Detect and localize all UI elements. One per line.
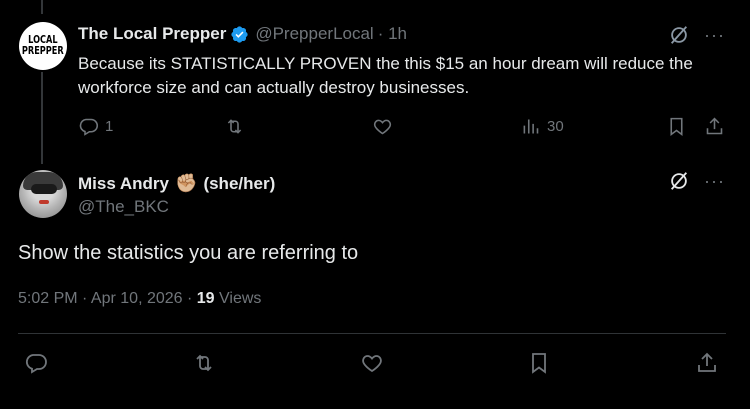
tweet-top-controls: ··· xyxy=(668,24,725,46)
retweet-icon xyxy=(227,119,242,134)
views-icon xyxy=(523,119,539,134)
reply-button[interactable] xyxy=(24,351,48,375)
tweet-text: Show the statistics you are referring to xyxy=(18,242,359,264)
avatar-glasses xyxy=(31,184,57,194)
tweet-header: The Local Prepper @PrepperLocal · 1h xyxy=(78,24,407,44)
author-name-row: Miss Andry ✊🏼 (she/her) xyxy=(78,173,275,194)
tweet-meta: 5:02 PM · Apr 10, 2026 · 19 Views xyxy=(18,290,261,308)
fist-emoji: ✊🏼 xyxy=(175,173,198,193)
avatar[interactable]: LOCAL PREPPER xyxy=(19,22,67,70)
author-name[interactable]: Miss Andry xyxy=(78,174,169,194)
author-name[interactable]: The Local Prepper xyxy=(78,24,226,44)
retweet-button[interactable] xyxy=(224,116,245,137)
tweet-time[interactable]: · 1h xyxy=(378,24,407,44)
more-icon[interactable]: ··· xyxy=(704,25,725,46)
reply-icon xyxy=(25,354,47,374)
like-button[interactable] xyxy=(360,351,384,375)
tweet-actions xyxy=(18,351,728,377)
view-count: 30 xyxy=(547,118,564,135)
reply-button[interactable]: 1 xyxy=(78,116,113,137)
parent-tweet[interactable]: LOCAL PREPPER The Local Prepper @Prepper… xyxy=(0,0,750,160)
avatar[interactable] xyxy=(19,170,67,218)
reply-count: 1 xyxy=(105,118,114,135)
author-pronouns: (she/her) xyxy=(203,173,276,193)
avatar-text: PREPPER xyxy=(22,45,64,57)
share-icon xyxy=(698,352,716,372)
bookmark-icon xyxy=(670,117,683,136)
grok-icon[interactable] xyxy=(668,170,690,192)
retweet-icon xyxy=(196,354,212,372)
bookmark-icon xyxy=(532,353,546,374)
author-handle[interactable]: @The_BKC xyxy=(78,197,169,217)
views-button[interactable]: 30 xyxy=(520,116,564,137)
retweet-button[interactable] xyxy=(192,351,216,375)
grok-icon[interactable] xyxy=(668,24,690,46)
views-label: Views xyxy=(214,290,262,307)
tweet-top-controls: ··· xyxy=(668,170,725,192)
verified-badge-icon xyxy=(231,25,248,43)
tweet-text: Because its STATISTICALLY PROVEN the thi… xyxy=(78,54,693,97)
tweet-actions: 1 30 xyxy=(78,116,726,140)
bookmark-button[interactable] xyxy=(666,116,687,137)
like-button[interactable] xyxy=(372,116,393,137)
view-count: 19 xyxy=(196,290,215,307)
share-icon xyxy=(706,117,723,135)
heart-icon xyxy=(362,355,382,373)
reply-icon xyxy=(79,118,99,136)
share-button[interactable] xyxy=(695,351,719,375)
bookmark-button[interactable] xyxy=(527,351,551,375)
divider xyxy=(18,333,726,334)
heart-icon xyxy=(373,119,392,135)
more-icon[interactable]: ··· xyxy=(704,171,725,192)
share-button[interactable] xyxy=(704,116,725,137)
tweet-timestamp[interactable]: 5:02 PM · Apr 10, 2026 · xyxy=(18,290,197,307)
author-handle[interactable]: @PrepperLocal xyxy=(255,24,373,44)
